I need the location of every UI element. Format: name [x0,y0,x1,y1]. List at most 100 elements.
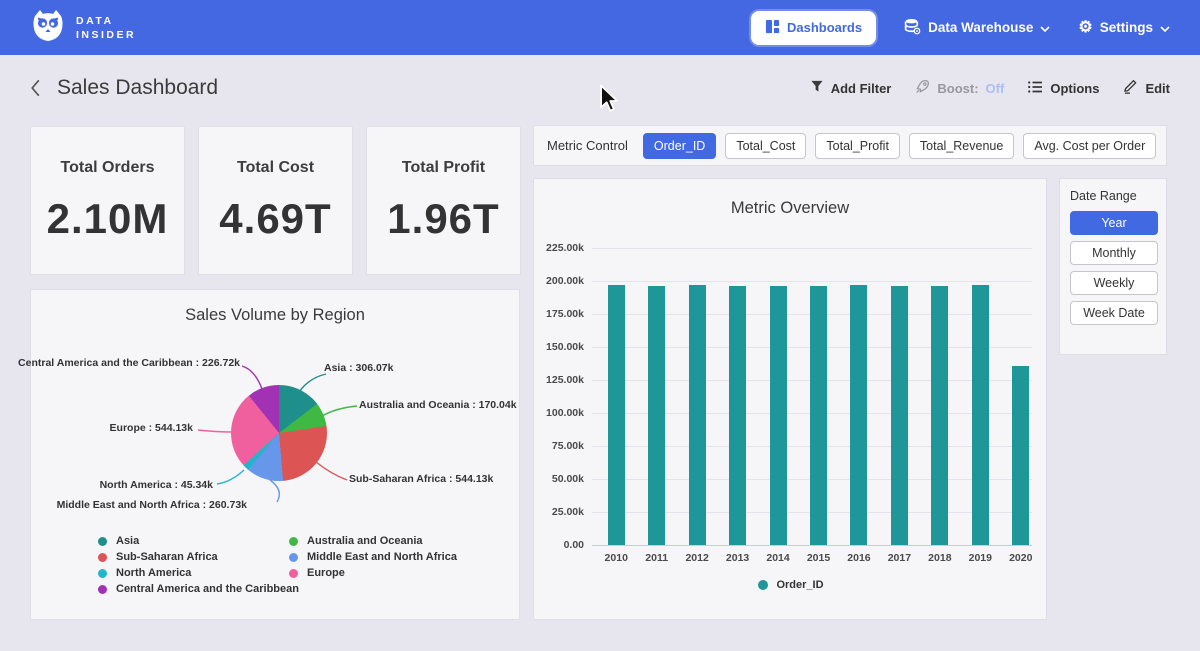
x-axis-tick: 2018 [920,552,960,564]
pie-chart[interactable] [231,385,327,481]
boost-state: Off [986,81,1005,96]
metric-option-order-id[interactable]: Order_ID [643,133,716,159]
legend-item-middle-east-and-north-africa[interactable]: Middle East and North Africa [289,549,457,565]
nav-dashboards-button[interactable]: Dashboards [751,11,876,45]
legend-item-asia[interactable]: Asia [98,533,299,549]
legend-dot [289,537,298,546]
legend-item-sub-saharan-africa[interactable]: Sub-Saharan Africa [98,549,299,565]
x-axis-tick: 2013 [717,552,757,564]
bar-slot [677,248,717,545]
bar-2011[interactable] [648,286,665,545]
options-button[interactable]: Options [1028,81,1099,96]
bar-2017[interactable] [891,286,908,545]
chevron-down-icon [1160,20,1170,35]
x-axis-tick: 2010 [596,552,636,564]
pie-label-australia-and-oceania: Australia and Oceania : 170.04k [359,399,517,411]
bar-slot [879,248,919,545]
y-axis-tick: 75.00k [524,440,584,452]
bar-2019[interactable] [972,285,989,545]
pie-label-sub-saharan-africa: Sub-Saharan Africa : 544.13k [349,473,493,485]
metric-option-total-cost[interactable]: Total_Cost [725,133,806,159]
metric-option-total-revenue[interactable]: Total_Revenue [909,133,1014,159]
leader-line-sub-saharan-africa [316,462,347,480]
x-axis-tick: 2014 [758,552,798,564]
pie-label-north-america: North America : 45.34k [100,479,213,491]
legend-dot [98,537,107,546]
kpi-value: 2.10M [47,195,169,243]
back-button[interactable] [30,79,41,97]
x-axis-labels: 2010201120122013201420152016201720182019… [596,552,1041,564]
leader-line-australia-and-oceania [322,406,357,416]
bar-2020[interactable] [1012,366,1029,545]
kpi-card-total-cost: Total Cost4.69T [198,126,353,275]
add-filter-button[interactable]: Add Filter [810,80,892,96]
back-chevron-icon [30,79,41,97]
nav-menu: Dashboards Data Warehouse ⚙ Settings [751,11,1170,45]
bar-2015[interactable] [810,286,827,545]
bar-chart-plot[interactable]: 225.00k200.00k175.00k150.00k125.00k100.0… [534,179,1048,621]
nav-dashboards-label: Dashboards [787,20,862,35]
edit-button[interactable]: Edit [1123,79,1170,97]
bar-slot [1001,248,1041,545]
legend-dot [758,580,768,590]
legend-item-north-america[interactable]: North America [98,565,299,581]
legend-label: Australia and Oceania [307,535,423,547]
boost-toggle[interactable]: Boost: Off [915,79,1004,97]
metric-overview-chart-card: Metric Overview 225.00k200.00k175.00k150… [533,178,1047,620]
bar-2016[interactable] [850,285,867,545]
gridline [592,545,1032,546]
legend-label: Sub-Saharan Africa [116,551,218,563]
pie-legend-col-2: Australia and Oceania Middle East and Nor… [289,533,457,581]
leader-line-central-america-and-the-caribbean [242,366,262,389]
pie-legend-col-1: Asia Sub-Saharan Africa North America Centr… [98,533,299,597]
metric-option-avg-cost-per-order[interactable]: Avg. Cost per Order [1023,133,1156,159]
filter-funnel-icon [810,80,824,96]
legend-label: North America [116,567,191,579]
bar-2013[interactable] [729,286,746,545]
bar-2012[interactable] [689,285,706,545]
nav-settings[interactable]: ⚙ Settings [1078,20,1170,36]
legend-dot [289,553,298,562]
gear-icon: ⚙ [1078,20,1092,36]
bar-2014[interactable] [770,286,787,545]
legend-label: Order_ID [776,579,823,591]
legend-label: Middle East and North Africa [307,551,457,563]
date-range-weekly[interactable]: Weekly [1070,271,1158,295]
page-header: Sales Dashboard Add Filter Boost: Off [0,62,1200,114]
dashboard-grid-icon [765,19,780,37]
x-axis-tick: 2012 [677,552,717,564]
y-axis-tick: 225.00k [524,242,584,254]
database-icon [904,18,921,38]
bars-row [596,248,1041,545]
legend-dot [98,585,107,594]
x-axis-tick: 2015 [798,552,838,564]
legend-item-central-america-and-the-caribbean[interactable]: Central America and the Caribbean [98,581,299,597]
y-axis-tick: 175.00k [524,308,584,320]
y-axis-tick: 25.00k [524,506,584,518]
brand-logo[interactable]: DATA INSIDER [30,7,136,48]
bar-slot [798,248,838,545]
kpi-card-total-orders: Total Orders2.10M [30,126,185,275]
legend-dot [98,569,107,578]
metric-option-total-profit[interactable]: Total_Profit [815,133,900,159]
nav-data-warehouse[interactable]: Data Warehouse [904,18,1050,38]
bar-slot [717,248,757,545]
chevron-down-icon [1040,20,1050,35]
x-axis-tick: 2017 [879,552,919,564]
bar-2018[interactable] [931,286,948,545]
pie-label-central-america-and-the-caribbean: Central America and the Caribbean : 226.… [18,357,240,369]
kpi-label: Total Cost [237,159,314,177]
date-range-week-date[interactable]: Week Date [1070,301,1158,325]
date-range-year[interactable]: Year [1070,211,1158,235]
top-navbar: DATA INSIDER Dashboards [0,0,1200,55]
legend-dot [289,569,298,578]
date-range-monthly[interactable]: Monthly [1070,241,1158,265]
bar-slot [596,248,636,545]
legend-item-europe[interactable]: Europe [289,565,457,581]
bar-chart-legend[interactable]: Order_ID [534,579,1048,591]
x-axis-tick: 2020 [1001,552,1041,564]
bar-2010[interactable] [608,285,625,545]
owl-logo-icon [30,7,66,48]
page-title: Sales Dashboard [57,76,218,100]
legend-item-australia-and-oceania[interactable]: Australia and Oceania [289,533,457,549]
